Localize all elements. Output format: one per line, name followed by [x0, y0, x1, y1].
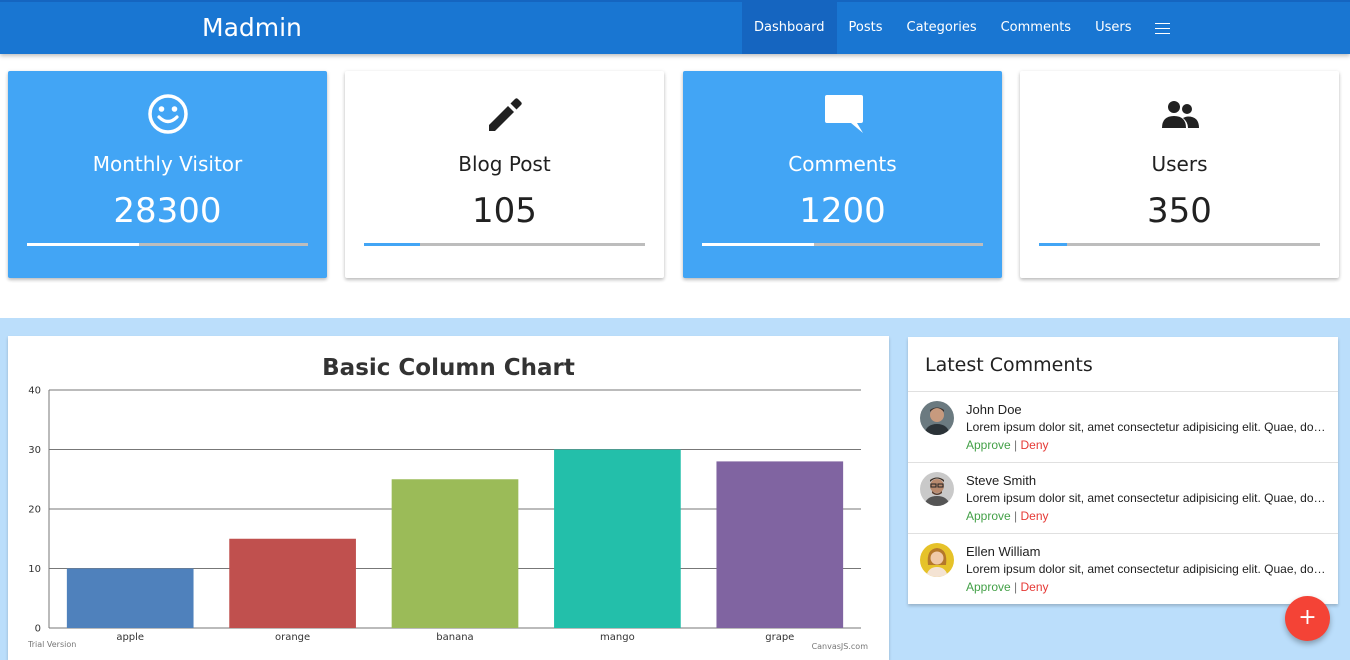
approve-link[interactable]: Approve: [966, 580, 1011, 594]
comment-author: Steve Smith: [966, 473, 1037, 488]
x-tick-label: apple: [116, 632, 144, 643]
chart-card: Basic Column Chart 0 10 20 30 40 apple orange b…: [8, 336, 889, 660]
stat-card-users: Users 350: [1020, 71, 1339, 278]
bar-orange: [229, 538, 356, 628]
menu-button[interactable]: [1143, 2, 1182, 54]
action-separator: |: [1014, 438, 1018, 452]
y-tick-label: 40: [28, 386, 41, 397]
stat-progress-bar: [27, 243, 308, 246]
nav-item-categories[interactable]: Categories: [895, 2, 989, 54]
comment-actions: Approve | Deny: [966, 509, 1049, 523]
comment-author: John Doe: [966, 402, 1022, 417]
stat-value: 1200: [799, 191, 886, 231]
x-tick-label: banana: [436, 632, 473, 643]
stat-progress-fill: [364, 243, 421, 246]
stat-value: 105: [472, 191, 537, 231]
deny-link[interactable]: Deny: [1021, 509, 1049, 523]
stat-progress-fill: [702, 243, 815, 246]
avatar: [920, 401, 954, 435]
nav-item-posts[interactable]: Posts: [837, 2, 895, 54]
comment-item: Steve Smith Lorem ipsum dolor sit, amet …: [908, 462, 1338, 533]
stat-value: 350: [1147, 191, 1212, 231]
y-tick-label: 10: [28, 564, 41, 575]
deny-link[interactable]: Deny: [1021, 580, 1049, 594]
stat-progress-fill: [1039, 243, 1068, 246]
canvasjs-credit: CanvasJS.com: [812, 642, 869, 651]
users-group-icon: [1020, 93, 1339, 135]
stat-label: Users: [1151, 152, 1208, 176]
smiley-face-icon: [8, 93, 327, 135]
comment-actions: Approve | Deny: [966, 580, 1049, 594]
comment-item: Ellen William Lorem ipsum dolor sit, ame…: [908, 533, 1338, 604]
x-tick-label: orange: [275, 632, 310, 643]
comment-author: Ellen William: [966, 544, 1041, 559]
trial-version-watermark: Trial Version: [27, 640, 76, 649]
stat-progress-bar: [1039, 243, 1320, 246]
comment-text: Lorem ipsum dolor sit, amet consectetur …: [966, 491, 1328, 505]
bar-banana: [391, 479, 519, 628]
x-tick-label: mango: [600, 632, 635, 643]
bar-apple: [66, 568, 194, 628]
stat-label: Blog Post: [458, 152, 551, 176]
latest-comments-card: Latest Comments John Doe Lorem ipsum dol…: [908, 337, 1338, 604]
bar-mango: [554, 449, 681, 628]
bar-grape: [716, 461, 844, 628]
add-button[interactable]: +: [1285, 596, 1330, 641]
stat-card-blog-post: Blog Post 105: [345, 71, 664, 278]
brand-logo[interactable]: Madmin: [202, 13, 302, 42]
top-navbar: Madmin Dashboard Posts Categories Commen…: [0, 0, 1350, 54]
stat-card-comments: Comments 1200: [683, 71, 1002, 278]
approve-link[interactable]: Approve: [966, 509, 1011, 523]
y-tick-label: 0: [35, 624, 41, 635]
comment-text: Lorem ipsum dolor sit, amet consectetur …: [966, 562, 1328, 576]
x-tick-label: grape: [765, 632, 794, 643]
comment-bubble-icon: [683, 93, 1002, 135]
stat-card-monthly-visitor: Monthly Visitor 28300: [8, 71, 327, 278]
nav-menu: Dashboard Posts Categories Comments User…: [742, 2, 1182, 54]
avatar: [920, 543, 954, 577]
stat-progress-bar: [364, 243, 645, 246]
nav-item-dashboard[interactable]: Dashboard: [742, 2, 837, 54]
comment-text: Lorem ipsum dolor sit, amet consectetur …: [966, 420, 1328, 434]
hamburger-icon: [1155, 22, 1171, 34]
action-separator: |: [1014, 509, 1018, 523]
nav-item-users[interactable]: Users: [1083, 2, 1143, 54]
stat-label: Monthly Visitor: [92, 152, 243, 176]
stat-progress-fill: [27, 243, 140, 246]
y-tick-label: 30: [28, 445, 41, 456]
comments-title: Latest Comments: [925, 354, 1093, 376]
stat-progress-bar: [702, 243, 983, 246]
action-separator: |: [1014, 580, 1018, 594]
approve-link[interactable]: Approve: [966, 438, 1011, 452]
comment-item: John Doe Lorem ipsum dolor sit, amet con…: [908, 391, 1338, 462]
stat-value: 28300: [113, 191, 222, 231]
deny-link[interactable]: Deny: [1021, 438, 1049, 452]
stat-label: Comments: [788, 152, 897, 176]
y-tick-label: 20: [28, 505, 41, 516]
avatar: [920, 472, 954, 506]
column-chart: 0 10 20 30 40 apple orange banana mango grape Tria…: [27, 386, 869, 652]
pencil-icon: [345, 93, 664, 135]
nav-item-comments[interactable]: Comments: [989, 2, 1083, 54]
comment-actions: Approve | Deny: [966, 438, 1049, 452]
